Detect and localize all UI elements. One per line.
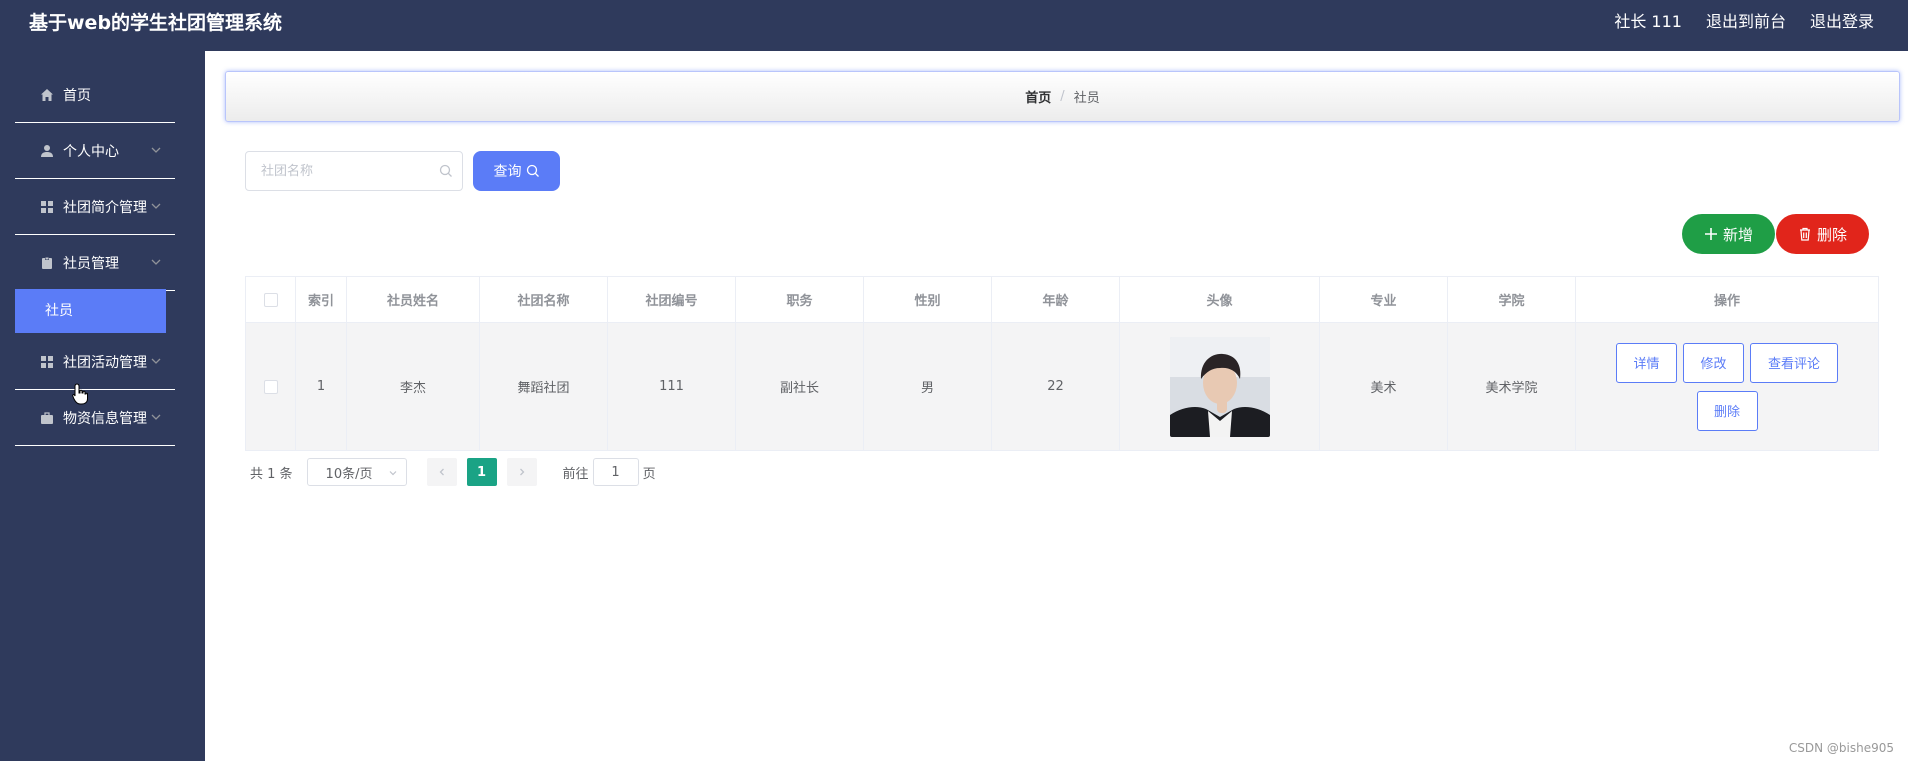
header-cell: 专业 xyxy=(1320,277,1448,322)
row-cell xyxy=(1120,323,1320,450)
chevron-right-icon xyxy=(519,468,524,476)
chevron-down-icon xyxy=(151,147,161,153)
main-content: 首页 / 社员 查询 新增 删除 索引 社员姓名 社团名称 社团编号 职务 性别… xyxy=(205,51,1908,761)
delete-row-button[interactable]: 删除 xyxy=(1696,390,1758,431)
sidebar-item-personal-center[interactable]: 个人中心 xyxy=(15,123,175,179)
trash-icon xyxy=(1799,227,1810,241)
page-jumper: 前往 页 xyxy=(563,458,656,486)
sidebar-item-label: 首页 xyxy=(63,87,91,104)
header-cell: 学院 xyxy=(1448,277,1576,322)
back-to-front-link[interactable]: 退出到前台 xyxy=(1706,11,1786,33)
sidebar: 首页 个人中心 社团简介管理 社员管理 社员 社团活动管理 物资信息管理 xyxy=(0,51,205,761)
chevron-down-icon xyxy=(151,358,161,364)
chevron-left-icon xyxy=(439,468,444,476)
breadcrumb-separator: / xyxy=(1060,89,1065,104)
batch-delete-button[interactable]: 删除 xyxy=(1776,214,1869,254)
sidebar-item-label: 社团活动管理 xyxy=(63,354,147,371)
chevron-down-icon xyxy=(151,203,161,209)
page-size-value: 10条/页 xyxy=(325,466,373,482)
sidebar-item-label: 物资信息管理 xyxy=(63,410,147,427)
header-actions: 社长 111 退出到前台 退出登录 xyxy=(1614,11,1874,33)
sidebar-item-activity-mgmt[interactable]: 社团活动管理 xyxy=(15,334,175,390)
row-cell: 22 xyxy=(992,323,1120,450)
goto-suffix: 页 xyxy=(642,466,656,482)
query-button-label: 查询 xyxy=(493,164,522,180)
row-cell: 美术 xyxy=(1320,323,1448,450)
goto-prefix: 前往 xyxy=(562,466,589,482)
page-size-select[interactable]: 10条/页 xyxy=(306,458,407,486)
row-cell: 男 xyxy=(864,323,992,450)
sidebar-item-label: 社团简介管理 xyxy=(63,199,147,216)
user-icon xyxy=(39,143,55,159)
edit-button[interactable]: 修改 xyxy=(1683,342,1744,383)
logout-link[interactable]: 退出登录 xyxy=(1810,11,1874,33)
header-cell: 社员姓名 xyxy=(347,277,480,322)
breadcrumb: 首页 / 社员 xyxy=(225,71,1900,122)
grid-icon xyxy=(39,354,55,370)
table-row: 1 李杰 舞蹈社团 111 副社长 男 22 美术 美术学院 详情 修改 查看评… xyxy=(246,322,1878,450)
select-all-checkbox[interactable] xyxy=(263,292,278,307)
sidebar-subitem-member[interactable]: 社员 xyxy=(15,289,166,333)
next-page-button[interactable] xyxy=(506,458,537,486)
plus-icon xyxy=(1704,228,1717,240)
chevron-up-icon xyxy=(151,259,161,265)
row-cell: 副社长 xyxy=(736,323,864,450)
sidebar-item-label: 个人中心 xyxy=(63,143,119,160)
goto-page-input[interactable] xyxy=(592,458,639,486)
briefcase-icon xyxy=(39,410,55,426)
row-actions: 详情 修改 查看评论 删除 xyxy=(1607,342,1847,431)
search-field[interactable] xyxy=(245,151,463,191)
row-cell: 详情 修改 查看评论 删除 xyxy=(1576,323,1878,450)
header-cell: 性别 xyxy=(864,277,992,322)
pagination: 共 1 条 10条/页 1 前往 页 xyxy=(250,458,656,486)
current-user[interactable]: 社长 111 xyxy=(1614,11,1682,33)
breadcrumb-current: 社员 xyxy=(1073,91,1100,106)
detail-button[interactable]: 详情 xyxy=(1616,342,1677,383)
hand-cursor-icon xyxy=(72,383,88,405)
app-title: 基于web的学生社团管理系统 xyxy=(29,12,283,34)
table-header: 索引 社员姓名 社团名称 社团编号 职务 性别 年龄 头像 专业 学院 操作 xyxy=(246,277,1878,322)
sidebar-item-label: 社员管理 xyxy=(63,255,119,272)
breadcrumb-home[interactable]: 首页 xyxy=(1025,87,1051,106)
row-checkbox[interactable] xyxy=(263,379,278,394)
sidebar-item-supplies-mgmt[interactable]: 物资信息管理 xyxy=(15,390,175,446)
sidebar-item-home[interactable]: 首页 xyxy=(15,67,175,123)
header-cell: 操作 xyxy=(1713,294,1740,309)
header-cell: 社团名称 xyxy=(480,277,608,322)
page-number-current[interactable]: 1 xyxy=(466,458,497,486)
watermark: CSDN @bishe905 xyxy=(1788,741,1894,755)
add-button-label: 新增 xyxy=(1722,225,1753,244)
home-icon xyxy=(39,87,55,103)
sidebar-item-member-mgmt[interactable]: 社员管理 xyxy=(15,235,175,291)
query-button[interactable]: 查询 xyxy=(473,151,560,191)
view-comments-button[interactable]: 查看评论 xyxy=(1750,342,1838,383)
header-cell: 职务 xyxy=(736,277,864,322)
row-cell: 1 xyxy=(296,323,347,450)
grid-icon xyxy=(39,199,55,215)
row-cell: 美术学院 xyxy=(1448,323,1576,450)
row-cell: 舞蹈社团 xyxy=(480,323,608,450)
row-cell xyxy=(246,323,296,450)
search-icon xyxy=(526,164,539,177)
avatar[interactable] xyxy=(1169,336,1270,437)
pagination-total: 共 1 条 xyxy=(250,466,293,482)
header-cell: 社团编号 xyxy=(608,277,736,322)
header-cell: 年龄 xyxy=(992,277,1120,322)
header-cell: 索引 xyxy=(296,277,347,322)
member-table: 索引 社员姓名 社团名称 社团编号 职务 性别 年龄 头像 专业 学院 操作 1… xyxy=(245,276,1879,451)
header-cell xyxy=(246,277,296,322)
header-cell: 头像 xyxy=(1120,277,1320,322)
clipboard-icon xyxy=(39,255,55,271)
delete-button-label: 删除 xyxy=(1816,225,1847,244)
row-cell: 李杰 xyxy=(347,323,480,450)
chevron-down-icon xyxy=(389,471,396,476)
add-button[interactable]: 新增 xyxy=(1682,214,1775,254)
top-header: 基于web的学生社团管理系统 社长 111 退出到前台 退出登录 xyxy=(0,0,1908,51)
search-icon xyxy=(439,164,452,177)
sidebar-item-club-intro[interactable]: 社团简介管理 xyxy=(15,179,175,235)
chevron-down-icon xyxy=(151,414,161,420)
prev-page-button[interactable] xyxy=(426,458,457,486)
search-input[interactable] xyxy=(261,152,441,190)
row-cell: 111 xyxy=(608,323,736,450)
